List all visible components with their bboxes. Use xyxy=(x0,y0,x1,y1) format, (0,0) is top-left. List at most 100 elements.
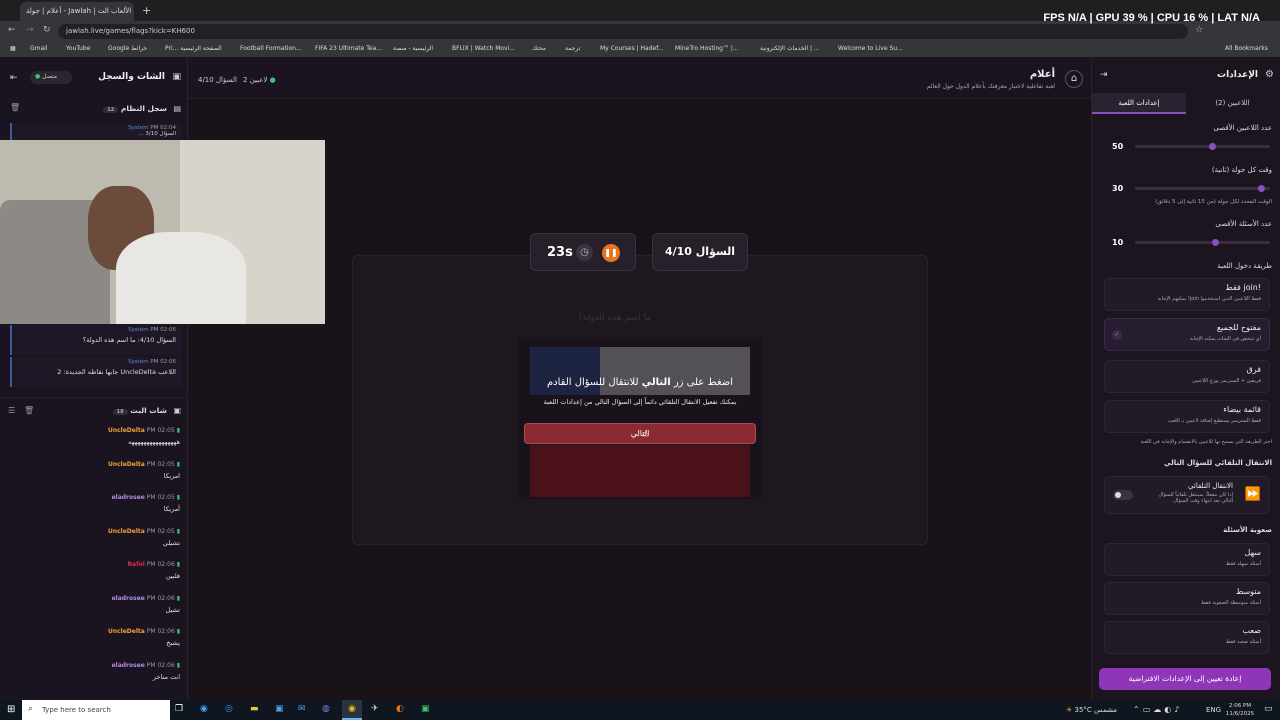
trash-icon[interactable]: 🗑 xyxy=(24,406,34,415)
apps-icon[interactable]: ▦ xyxy=(10,45,16,52)
store-icon[interactable]: ▣ xyxy=(275,704,284,714)
auto-advance-label: الانتقال التلقائي للسؤال التالي xyxy=(1164,459,1272,467)
players-count: 2 لاعبين ● xyxy=(243,76,276,84)
difficulty-medium[interactable]: متوسط أسئلة متوسطة الصعوبة فقط xyxy=(1104,582,1270,615)
game-title: أعلام xyxy=(1029,69,1055,80)
online-dot-icon: ● xyxy=(269,76,276,84)
players-text: 2 لاعبين xyxy=(243,76,268,84)
gpu-label: GPU xyxy=(1095,12,1120,24)
bookmark-item[interactable]: Gmail xyxy=(30,45,48,52)
max-questions-slider[interactable] xyxy=(1135,239,1270,246)
option-sub: فقط الستريمر يستطيع إضافة لاعبين يـ اللع… xyxy=(1167,418,1261,424)
log-time: PM 02:06 xyxy=(150,327,176,333)
all-bookmarks[interactable]: All Bookmarks xyxy=(1225,45,1268,52)
max-players-slider[interactable] xyxy=(1135,143,1270,150)
join-option-teams[interactable]: فرق فريقين + الستريمر يوزع اللاعبين xyxy=(1104,360,1270,393)
chat-icon: ▣ xyxy=(172,72,181,82)
bookmark-item[interactable]: ترجمة xyxy=(565,45,580,52)
edge-icon[interactable]: ◉ xyxy=(200,704,208,714)
game-header: ⌂ أعلام لعبة تفاعلية لاختبار معرفتك بأعل… xyxy=(188,57,1091,99)
browser-tab[interactable]: أعلام | جولة - Jawlah | منصة الألعاب الت… xyxy=(20,2,134,21)
taskbar-search[interactable]: Type here to search xyxy=(22,700,170,720)
chat-time: PM 02:05 xyxy=(146,494,175,501)
auto-advance-toggle[interactable] xyxy=(1113,490,1133,500)
lat-label: LAT xyxy=(1217,12,1238,24)
question-label: السؤال 4/10 xyxy=(652,233,748,271)
chat-text: تشيل xyxy=(165,605,181,614)
bookmark-item[interactable]: Football Formation... xyxy=(240,45,302,52)
weather-icon: ☀ xyxy=(1066,706,1073,714)
home-icon[interactable]: ⌂ xyxy=(1065,70,1083,88)
slider-thumb[interactable] xyxy=(1209,143,1217,150)
task-view-icon[interactable]: ❐ xyxy=(175,704,183,714)
option-sub: أي شخص في الشات يمكنه الإجابة xyxy=(1189,336,1261,342)
bookmark-item[interactable]: الخدمات الإلكترونية | ... xyxy=(760,45,820,52)
reload-icon[interactable]: ↻ xyxy=(43,25,51,35)
bookmark-item[interactable]: Google خرائط xyxy=(108,45,147,52)
bookmark-item[interactable]: الرئيسية - منصة xyxy=(393,45,433,52)
chat-list: ▮ UncleDelta PM 02:05 ههههههههههههههههه ▮ … xyxy=(0,427,188,697)
modal-title-pre: اضغط على زر xyxy=(670,377,734,388)
system-count-badge: 12 xyxy=(103,107,119,113)
join-option-whitelist[interactable]: قائمة بيضاء فقط الستريمر يستطيع إضافة لاع… xyxy=(1104,400,1270,433)
option-title: سهل xyxy=(1244,548,1261,557)
list-icon[interactable]: ☰ xyxy=(8,406,15,415)
clock[interactable]: 2:06 PM 11/6/2025 xyxy=(1222,702,1258,718)
browser-icon[interactable]: ◎ xyxy=(225,704,233,714)
log-time: PM 02:06 xyxy=(150,359,176,365)
bookmark-item[interactable]: My Courses | Hadef... xyxy=(600,45,664,52)
verified-badge-icon: ▮ xyxy=(176,594,180,602)
bookmark-item[interactable]: Pri... الصفحة الرئيسية xyxy=(165,45,222,52)
collapse-right-icon[interactable]: ⇥ xyxy=(1100,70,1108,80)
round-time-hint: الوقت المحدد لكل جولة (من 15 ثانية إلى 5… xyxy=(1155,199,1272,205)
fps-label: FPS xyxy=(1043,12,1065,24)
app-icon[interactable]: ◐ xyxy=(396,704,404,714)
steam-icon[interactable]: ✈ xyxy=(371,704,379,714)
settings-title: الإعدادات xyxy=(1217,70,1258,80)
kick-icon[interactable]: ▣ xyxy=(421,704,430,714)
bookmark-item[interactable]: YouTube xyxy=(66,45,90,52)
taskbar-search-text: Type here to search xyxy=(42,706,111,714)
log-entry: System PM 02:06 اللاعب UncleDelta جابها … xyxy=(10,357,182,387)
tray-icons[interactable]: ⌃▭☁◐♪ xyxy=(1133,705,1182,714)
new-tab-icon[interactable]: + xyxy=(142,4,151,17)
chat-count-badge: 18 xyxy=(112,409,128,415)
tab-players[interactable]: اللاعبين (2) xyxy=(1187,93,1278,114)
url-input[interactable]: jawlah.live/games/flags?kick=KH600 xyxy=(58,24,1188,39)
bookmark-item[interactable]: MineTro Hosting™ |... xyxy=(675,45,739,52)
windows-start-icon[interactable]: ⊞ xyxy=(7,704,15,715)
next-button[interactable]: التالي xyxy=(524,423,756,444)
chat-message: ▮ eladrosee PM 02:06 انت متاخر xyxy=(8,662,180,692)
log-text: السؤال 3/10 ... xyxy=(138,131,176,137)
discord-icon[interactable]: ◍ xyxy=(322,704,330,714)
collapse-icon[interactable]: ⇤ xyxy=(10,73,18,83)
slider-thumb[interactable] xyxy=(1257,185,1265,192)
tab-game-settings[interactable]: إعدادات اللعبة xyxy=(1092,93,1186,114)
slider-thumb[interactable] xyxy=(1211,239,1219,246)
bookmark-item[interactable]: محتك xyxy=(532,45,546,52)
notification-icon[interactable]: ▭ xyxy=(1264,704,1273,714)
difficulty-easy[interactable]: سهل أسئلة سهلة فقط xyxy=(1104,543,1270,576)
chat-user: eladrosee xyxy=(111,661,145,669)
trash-icon[interactable]: 🗑 xyxy=(10,103,20,112)
forward-icon[interactable]: → xyxy=(26,25,34,35)
bookmark-item[interactable]: FIFA 23 Ultimate Tea... xyxy=(315,45,382,52)
bookmark-item[interactable]: BFLIX | Watch Movi... xyxy=(452,45,515,52)
pause-icon[interactable]: ❚❚ xyxy=(602,244,620,262)
join-option-join-only[interactable]: !join فقط فقط اللاعبين الذين استخدموا joi… xyxy=(1104,278,1270,311)
reset-settings-button[interactable]: إعادة تعيين إلى الإعدادات الافتراضية xyxy=(1099,668,1271,690)
mail-icon[interactable]: ✉ xyxy=(298,704,306,714)
language-indicator[interactable]: ENG xyxy=(1206,706,1221,714)
difficulty-hard[interactable]: صعب أسئلة صعبة فقط xyxy=(1104,621,1270,654)
round-time-slider[interactable] xyxy=(1135,185,1270,192)
auto-advance-title: الانتقال التلقائي xyxy=(1188,482,1233,490)
chrome-icon[interactable]: ◉ xyxy=(342,700,362,720)
back-icon[interactable]: ← xyxy=(8,25,16,35)
cpu-label: CPU xyxy=(1156,12,1181,24)
log-text: اللاعب UncleDelta جابها نقاطه الجديدة: 2 xyxy=(57,368,176,376)
star-icon[interactable]: ☆ xyxy=(1195,25,1203,35)
join-option-open[interactable]: مفتوح للجميع أي شخص في الشات يمكنه الإجاب… xyxy=(1104,318,1270,351)
folder-icon[interactable]: ▬ xyxy=(250,704,259,714)
option-title: مفتوح للجميع xyxy=(1216,323,1261,332)
bookmark-item[interactable]: Welcome to Live Su... xyxy=(838,45,903,52)
